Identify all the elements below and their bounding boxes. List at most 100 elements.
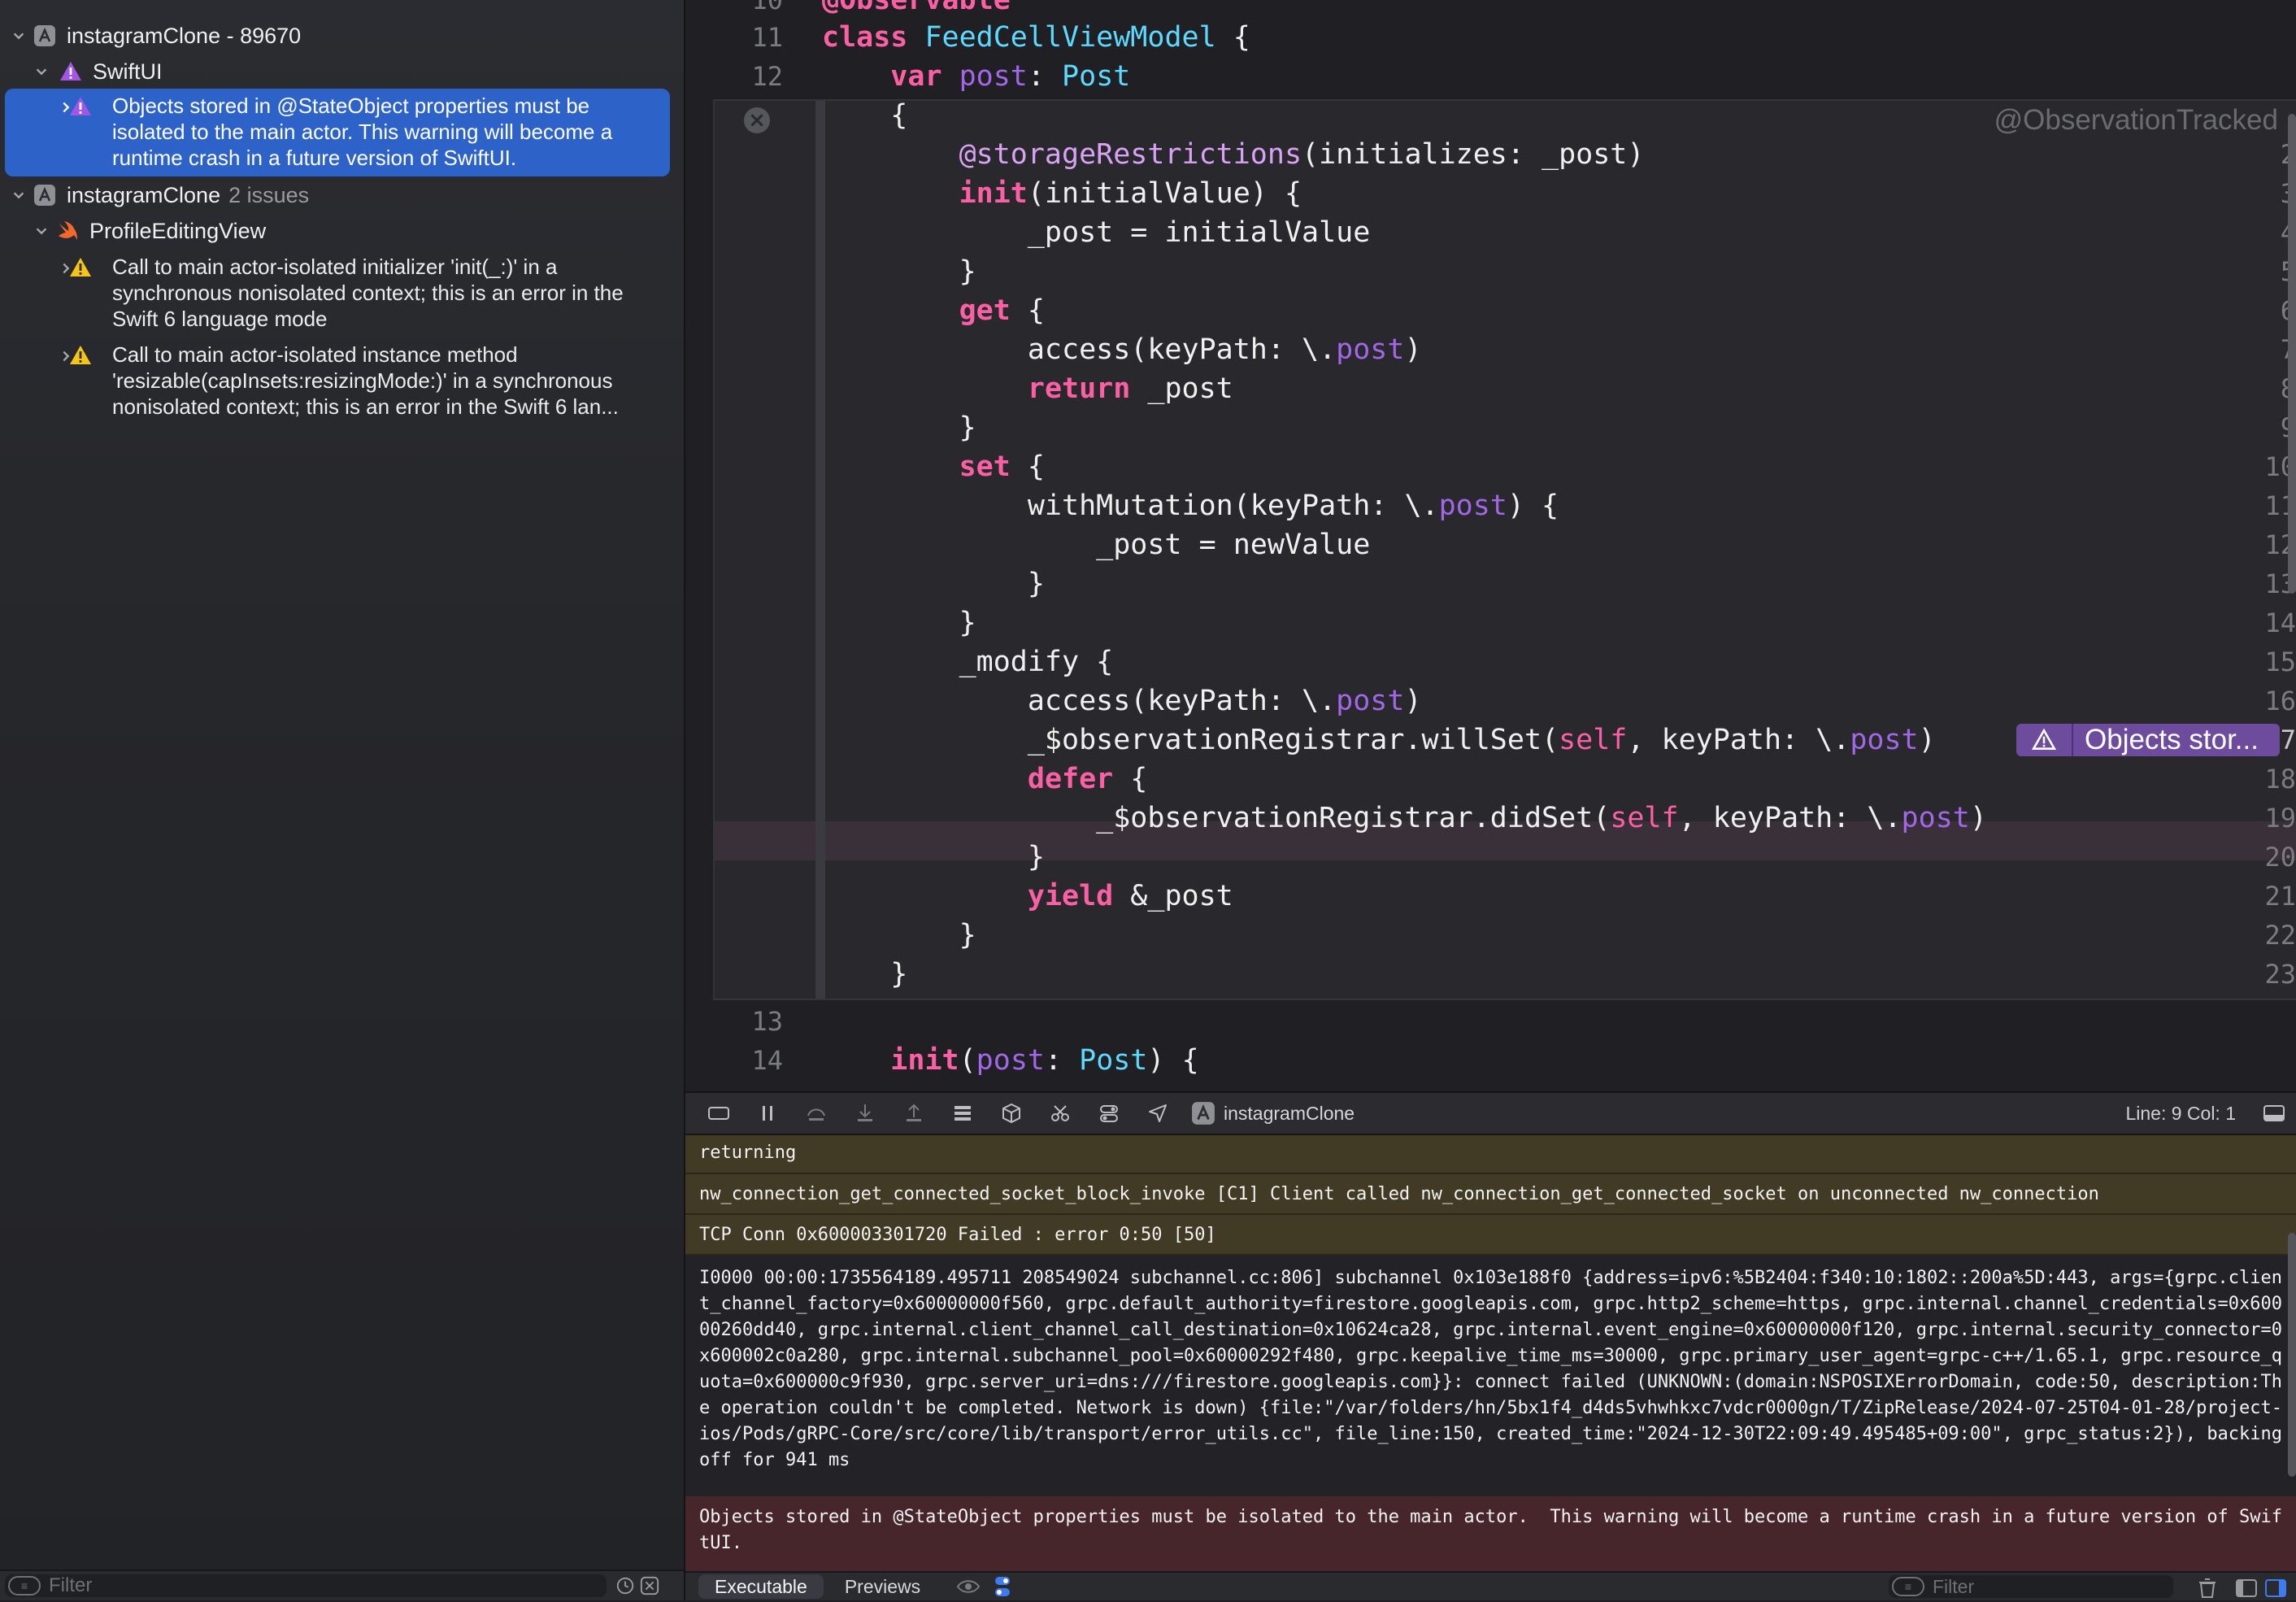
hide-debug-area-icon[interactable] — [705, 1099, 733, 1127]
source-editor[interactable]: 10 11 12 13 14 @Observable class FeedCel… — [685, 0, 2296, 1091]
expansion-line-number: 19 — [2264, 803, 2296, 834]
issue-item-resizable-warning[interactable]: Call to main actor-isolated instance met… — [0, 342, 684, 423]
expansion-line-number: 11 — [2264, 490, 2296, 521]
inline-runtime-issue[interactable]: Objects stor... — [2016, 724, 2280, 756]
console-line-warning: nw_connection_get_connected_socket_block… — [685, 1174, 2296, 1215]
expansion-line-number: 2 — [2198, 135, 2296, 174]
code-line: } — [822, 841, 1045, 873]
scheme-name: instagramClone — [1224, 1102, 1355, 1124]
step-over-icon[interactable] — [802, 1099, 830, 1127]
line-number: 11 — [751, 22, 783, 53]
trash-icon[interactable] — [2194, 1574, 2221, 1602]
console-bottom-bar: Executable Previews ≡ Filter — [685, 1571, 2296, 1600]
navigator-filter-input[interactable]: ≡ Filter — [5, 1574, 607, 1597]
console-output[interactable]: returning nw_connection_get_connected_so… — [685, 1135, 2296, 1571]
code-line: _$observationRegistrar.didSet(self, keyP… — [822, 802, 1987, 834]
code-line: _$observationRegistrar.willSet(self, key… — [822, 724, 1936, 756]
step-out-icon[interactable] — [900, 1099, 928, 1127]
expansion-line-number: 6 — [2198, 291, 2296, 330]
chevron-down-icon[interactable] — [10, 186, 28, 204]
macro-name-label: @ObservationTracked — [1994, 104, 2278, 136]
nav-row-profile-editing-view[interactable]: ProfileEditingView — [0, 213, 684, 249]
filter-icon: ≡ — [8, 1576, 41, 1595]
console-line-warning: returning — [685, 1135, 2296, 1174]
code-line: } — [822, 958, 908, 990]
tab-previews[interactable]: Previews — [828, 1574, 937, 1599]
issue-item-init-warning[interactable]: Call to main actor-isolated initializer … — [0, 254, 684, 335]
nav-row-swiftui[interactable]: SwiftUI — [0, 54, 684, 89]
console-filter-input[interactable]: ≡ Filter — [1889, 1575, 2173, 1598]
code-line: } — [822, 607, 976, 639]
app-target-icon — [1189, 1099, 1217, 1127]
issue-item-stateobject[interactable]: Objects stored in @StateObject propertie… — [0, 93, 684, 174]
code-line: } — [822, 919, 976, 951]
issue-navigator: instagramClone - 89670 SwiftUI Objects s… — [0, 0, 685, 1600]
issue-text-line: Call to main actor-isolated initializer … — [112, 255, 558, 279]
app-target-icon — [33, 24, 57, 48]
expansion-line-number: 12 — [2264, 529, 2296, 560]
expansion-line-number: 21 — [2264, 881, 2296, 912]
expansion-line-number: 16 — [2264, 686, 2296, 716]
code-line: } — [822, 255, 976, 288]
issue-text-line: Call to main actor-isolated instance met… — [112, 342, 518, 367]
line-number: 13 — [751, 1006, 783, 1037]
step-into-icon[interactable] — [851, 1099, 879, 1127]
issues-only-filter-icon[interactable] — [639, 1575, 660, 1596]
issue-text-line: 'resizable(capInsets:resizingMode:)' in … — [112, 368, 613, 393]
chevron-down-icon[interactable] — [10, 27, 28, 45]
issue-text-line: runtime crash in a future version of Swi… — [112, 146, 517, 170]
nav-row-target-runtime[interactable]: instagramClone - 89670 — [0, 18, 684, 54]
nav-row-label: SwiftUI — [93, 59, 163, 84]
code-line: yield &_post — [1027, 880, 1233, 912]
editor-scrollbar[interactable] — [2288, 114, 2296, 594]
show-variables-icon[interactable] — [2233, 1574, 2260, 1602]
app-target-icon — [33, 183, 57, 207]
line-number: 14 — [751, 1045, 783, 1076]
environment-overrides-icon[interactable] — [1046, 1099, 1074, 1127]
code-line: set { — [959, 451, 1045, 483]
debug-toolbar: instagramClone Line: 9 Col: 1 — [685, 1091, 2296, 1135]
simulate-location-icon[interactable] — [1144, 1099, 1172, 1127]
tab-executable[interactable]: Executable — [698, 1574, 824, 1599]
close-expansion-icon[interactable]: × — [744, 107, 770, 133]
expansion-line-number: 5 — [2198, 252, 2296, 291]
eye-icon[interactable] — [954, 1573, 982, 1600]
chevron-down-icon[interactable] — [33, 222, 50, 240]
nav-row-compile[interactable]: instagramClone 2 issues — [0, 177, 684, 213]
code-line: defer { — [1027, 763, 1148, 795]
recent-filter-icon[interactable] — [615, 1575, 636, 1596]
code-line: @storageRestrictions(initializes: _post) — [959, 138, 1645, 171]
show-console-icon[interactable] — [2262, 1574, 2289, 1602]
toggle-console-icon[interactable] — [2260, 1099, 2288, 1127]
expansion-line-number: 18 — [2264, 764, 2296, 794]
code-line: access(keyPath: \.post) — [822, 685, 1422, 717]
expansion-line-number: 9 — [2198, 408, 2296, 447]
cursor-position: Line: 9 Col: 1 — [2125, 1103, 2236, 1124]
view-hierarchy-icon[interactable] — [949, 1099, 976, 1127]
code-line: _modify { — [822, 646, 1114, 678]
debug-scheme-selector[interactable]: instagramClone — [1189, 1099, 1355, 1127]
code-line: return _post — [1027, 372, 1233, 405]
console-scrollbar[interactable] — [2288, 1233, 2296, 1477]
code-line: } — [822, 411, 976, 444]
code-line: { — [822, 99, 908, 132]
code-line: } — [822, 568, 1045, 600]
toggle-icon[interactable] — [989, 1573, 1016, 1600]
toggles-icon[interactable] — [1095, 1099, 1123, 1127]
navigator-filter-bar: ≡ Filter — [0, 1569, 684, 1600]
code-line: @Observable — [822, 0, 1011, 16]
code-line: var post: Post — [890, 60, 1131, 93]
chevron-down-icon[interactable] — [33, 63, 50, 81]
warning-icon — [68, 255, 93, 280]
line-number: 12 — [751, 61, 783, 92]
code-line: access(keyPath: \.post) — [822, 333, 1422, 366]
code-line: get { — [959, 294, 1045, 327]
pause-icon[interactable] — [754, 1099, 781, 1127]
line-number: 10 — [751, 0, 783, 15]
code-line: class FeedCellViewModel { — [822, 21, 1250, 54]
runtime-warning-icon — [59, 59, 83, 84]
code-line: _post = newValue — [822, 529, 1371, 561]
filter-placeholder: Filter — [1933, 1575, 1975, 1597]
memory-graph-icon[interactable] — [998, 1099, 1025, 1127]
nav-row-label: ProfileEditingView — [89, 218, 267, 243]
